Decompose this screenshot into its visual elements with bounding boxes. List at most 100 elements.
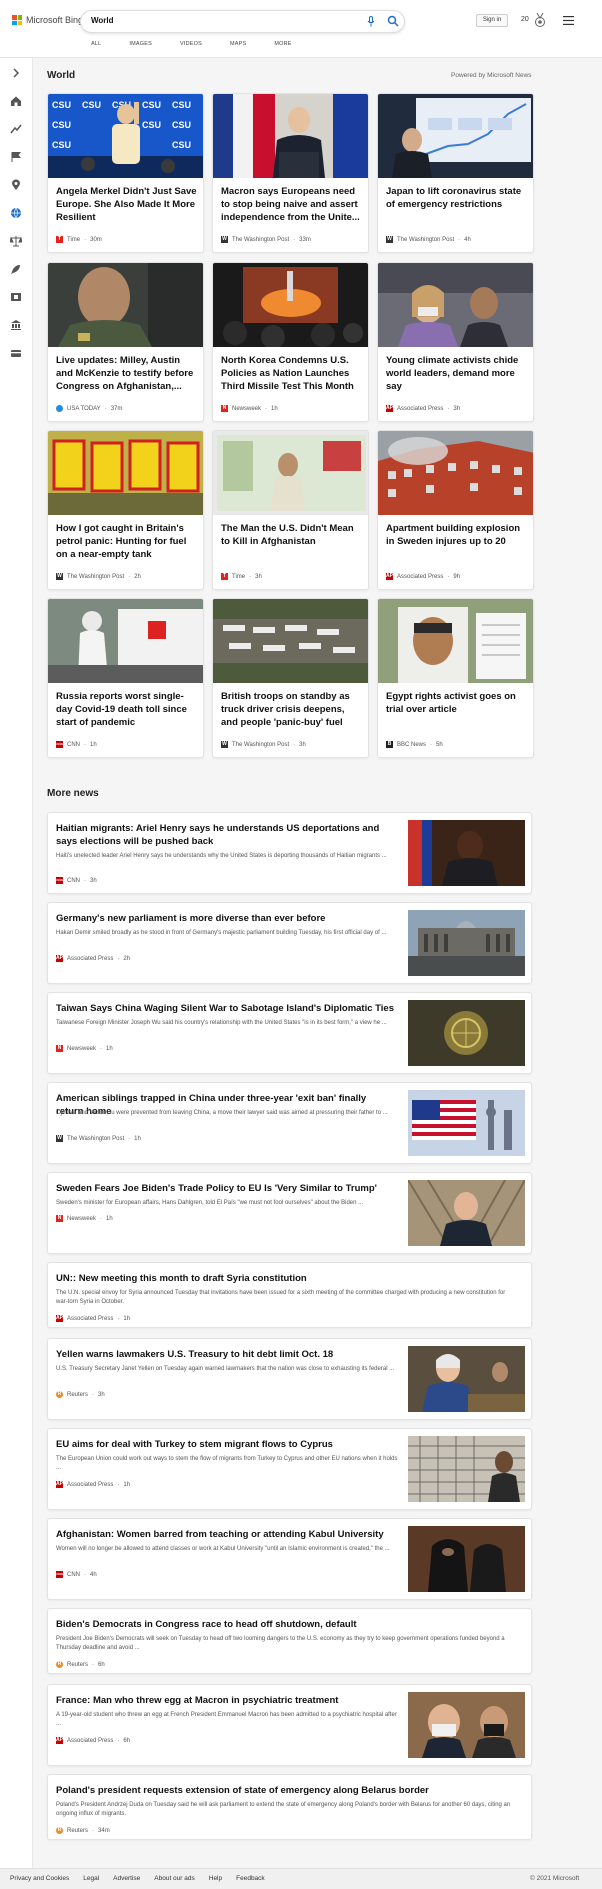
macron-podium-photo (213, 94, 368, 178)
news-list-item[interactable]: Biden's Democrats in Congress race to he… (47, 1608, 532, 1674)
news-title[interactable]: Biden's Democrats in Congress race to he… (56, 1618, 516, 1631)
card-title[interactable]: Live updates: Milley, Austin and McKenzi… (56, 354, 198, 393)
news-title[interactable]: Poland's president requests extension of… (56, 1784, 516, 1797)
reichstag-photo (408, 910, 525, 976)
rewards-points[interactable]: 20 (521, 16, 529, 23)
tab-videos[interactable]: VIDEOS (180, 41, 202, 47)
globe-icon[interactable] (10, 207, 22, 219)
news-card[interactable]: Young climate activists chide world lead… (377, 262, 534, 422)
news-card[interactable]: Apartment building explosion in Sweden i… (377, 430, 534, 590)
news-list-item[interactable]: Afghanistan: Women barred from teaching … (47, 1518, 532, 1600)
rocket-icon[interactable] (10, 263, 22, 275)
news-card[interactable]: CSU CSU CSU CSU CSU CSU CSU CSU CSU CSU Angela … (47, 93, 204, 253)
card-title[interactable]: Young climate activists chide world lead… (386, 354, 528, 393)
news-title[interactable]: Taiwan Says China Waging Silent War to S… (56, 1002, 396, 1015)
footer-link-advertise[interactable]: Advertise (113, 1875, 140, 1882)
ap-logo-icon: AP (386, 573, 393, 580)
card-title[interactable]: Japan to lift coronavirus state of emerg… (386, 185, 528, 211)
news-title[interactable]: Haitian migrants: Ariel Henry says he un… (56, 822, 396, 848)
bing-logo[interactable]: Microsoft Bing (12, 15, 83, 25)
news-card[interactable]: British troops on standby as truck drive… (212, 598, 369, 758)
news-list-item[interactable]: UN:: New meeting this month to draft Syr… (47, 1262, 532, 1328)
news-list-item[interactable]: Yellen warns lawmakers U.S. Treasury to … (47, 1338, 532, 1420)
news-list-item[interactable]: France: Man who threw egg at Macron in p… (47, 1684, 532, 1766)
search-nav-tabs: ALL IMAGES VIDEOS MAPS MORE (91, 41, 320, 47)
footer-link-about-ads[interactable]: About our ads (154, 1875, 194, 1882)
source-name: CNN (67, 741, 80, 748)
activist-poster-photo (378, 599, 533, 683)
rewards-medal-icon[interactable] (533, 12, 547, 28)
trending-icon[interactable] (10, 123, 22, 135)
usa-today-logo-icon (56, 405, 63, 412)
tab-more[interactable]: MORE (274, 41, 291, 47)
ap-logo-icon: AP (56, 1481, 63, 1488)
bank-icon[interactable] (10, 319, 22, 331)
svg-text:CSU: CSU (52, 140, 71, 150)
news-list-item[interactable]: EU aims for deal with Turkey to stem mig… (47, 1428, 532, 1510)
flag-icon[interactable] (10, 151, 22, 163)
balance-scale-icon[interactable] (10, 235, 22, 247)
location-pin-icon[interactable] (10, 179, 22, 191)
news-title[interactable]: Afghanistan: Women barred from teaching … (56, 1528, 396, 1541)
news-list-item[interactable]: Taiwan Says China Waging Silent War to S… (47, 992, 532, 1074)
sign-in-button[interactable]: Sign in (476, 14, 508, 27)
news-source: R Reuters · 34m (56, 1827, 110, 1834)
tab-images[interactable]: IMAGES (129, 41, 152, 47)
hamburger-menu-icon[interactable] (563, 16, 574, 25)
news-card[interactable]: Japan to lift coronavirus state of emerg… (377, 93, 534, 253)
news-title[interactable]: Sweden Fears Joe Biden's Trade Policy to… (56, 1182, 396, 1195)
search-icon[interactable] (387, 15, 399, 27)
ariel-henry-photo (408, 820, 525, 886)
card-source: W The Washington Post · 33m (221, 236, 311, 243)
svg-text:CSU: CSU (52, 120, 71, 130)
tab-all[interactable]: ALL (91, 41, 101, 47)
news-card[interactable]: Macron says Europeans need to stop being… (212, 93, 369, 253)
card-title[interactable]: How I got caught in Britain's petrol pan… (56, 522, 198, 561)
card-source: N Newsweek · 1h (221, 405, 278, 412)
news-list-item[interactable]: American siblings trapped in China under… (47, 1082, 532, 1164)
source-name: Reuters (67, 1391, 89, 1398)
news-title[interactable]: Germany's new parliament is more diverse… (56, 912, 396, 925)
card-title[interactable]: British troops on standby as truck drive… (221, 690, 363, 729)
news-title[interactable]: EU aims for deal with Turkey to stem mig… (56, 1438, 396, 1451)
footer-link-help[interactable]: Help (209, 1875, 222, 1882)
tab-maps[interactable]: MAPS (230, 41, 246, 47)
source-time: 1h (271, 405, 278, 412)
card-title[interactable]: Egypt rights activist goes on trial over… (386, 690, 528, 716)
source-name: Reuters (67, 1827, 89, 1834)
card-title[interactable]: Apartment building explosion in Sweden i… (386, 522, 528, 548)
film-icon[interactable] (10, 291, 22, 303)
news-title[interactable]: UN:: New meeting this month to draft Syr… (56, 1272, 516, 1285)
news-list-item[interactable]: Haitian migrants: Ariel Henry says he un… (47, 812, 532, 894)
card-title[interactable]: The Man the U.S. Didn't Mean to Kill in … (221, 522, 363, 548)
news-list-item[interactable]: Sweden Fears Joe Biden's Trade Policy to… (47, 1172, 532, 1254)
news-card[interactable]: Egypt rights activist goes on trial over… (377, 598, 534, 758)
source-name: Reuters (67, 1661, 89, 1668)
home-icon[interactable] (10, 95, 22, 107)
card-title[interactable]: Angela Merkel Didn't Just Save Europe. S… (56, 185, 198, 224)
chevron-right-icon[interactable] (10, 67, 22, 79)
news-card[interactable]: The Man the U.S. Didn't Mean to Kill in … (212, 430, 369, 590)
news-list-item[interactable]: Germany's new parliament is more diverse… (47, 902, 532, 984)
footer-link-legal[interactable]: Legal (83, 1875, 99, 1882)
card-title[interactable]: North Korea Condemns U.S. Policies as Na… (221, 354, 363, 393)
news-card[interactable]: North Korea Condemns U.S. Policies as Na… (212, 262, 369, 422)
wallet-icon[interactable] (10, 347, 22, 359)
footer-link-feedback[interactable]: Feedback (236, 1875, 265, 1882)
news-list-item[interactable]: Poland's president requests extension of… (47, 1774, 532, 1840)
news-card[interactable]: Live updates: Milley, Austin and McKenzi… (47, 262, 204, 422)
footer-link-privacy[interactable]: Privacy and Cookies (10, 1875, 69, 1882)
card-title[interactable]: Russia reports worst single-day Covid-19… (56, 690, 198, 729)
news-source: CNN CNN · 3h (56, 877, 97, 884)
source-time: 37m (110, 405, 123, 412)
source-name: Associated Press (397, 405, 444, 412)
news-title[interactable]: Yellen warns lawmakers U.S. Treasury to … (56, 1348, 396, 1361)
search-input[interactable] (91, 16, 291, 25)
news-card[interactable]: Russia reports worst single-day Covid-19… (47, 598, 204, 758)
microphone-icon[interactable] (367, 16, 375, 27)
card-title[interactable]: Macron says Europeans need to stop being… (221, 185, 363, 224)
news-card[interactable]: How I got caught in Britain's petrol pan… (47, 430, 204, 590)
header: Microsoft Bing ALL IMAGES VIDEOS MAPS MO… (0, 0, 602, 58)
news-title[interactable]: France: Man who threw egg at Macron in p… (56, 1694, 396, 1707)
source-time: 3h (98, 1391, 105, 1398)
